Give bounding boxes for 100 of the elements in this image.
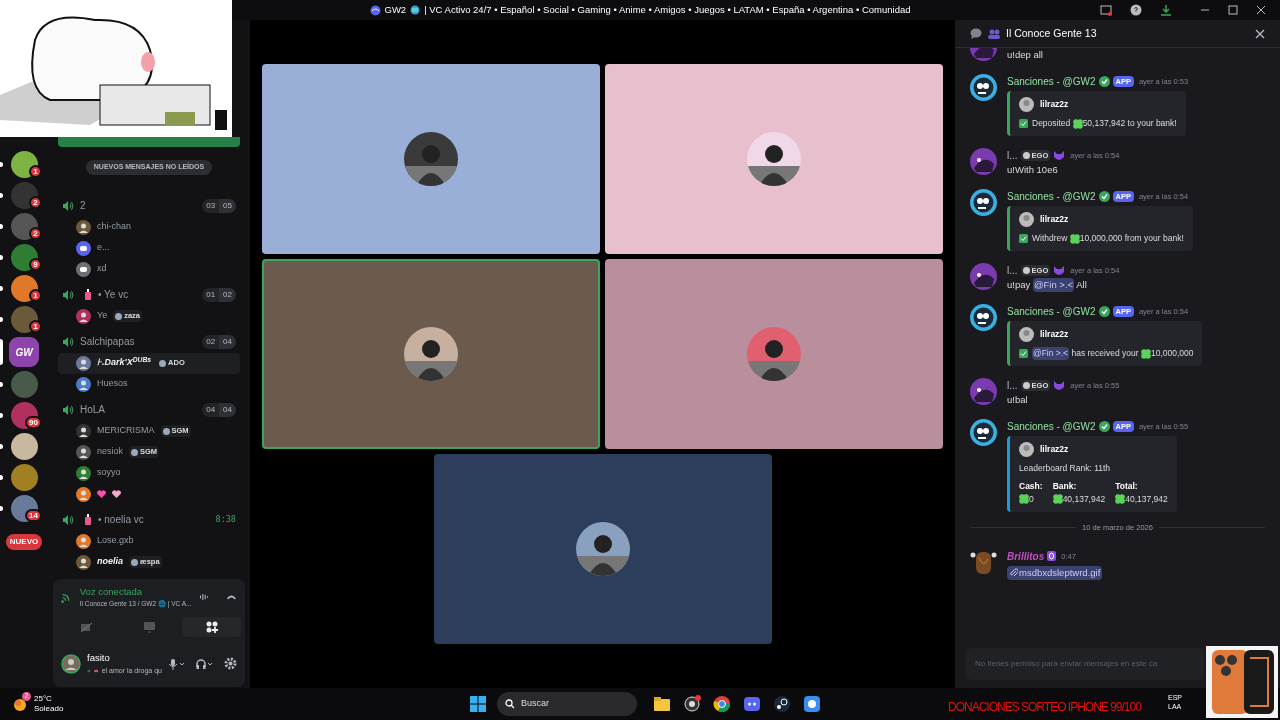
weather-text: Soleado bbox=[34, 704, 64, 714]
voice-channel-name[interactable]: • Ye vc bbox=[98, 287, 197, 302]
username: fasito bbox=[87, 651, 111, 666]
author-name[interactable]: Sanciones - @GW2 bbox=[1007, 189, 1096, 205]
user-count: 02 bbox=[202, 334, 220, 349]
username: Huesos bbox=[97, 377, 128, 391]
camera-off-icon bbox=[79, 621, 93, 633]
tag-icon bbox=[1022, 382, 1030, 389]
lips-icon bbox=[94, 667, 99, 674]
download-icon[interactable] bbox=[1160, 4, 1172, 16]
server-icon[interactable] bbox=[10, 433, 38, 460]
start-icon[interactable] bbox=[469, 695, 487, 713]
voice-user-row[interactable]: soyyo bbox=[58, 462, 240, 484]
server-icon[interactable]: GW bbox=[9, 337, 39, 367]
author-name[interactable]: l... bbox=[1007, 378, 1018, 393]
help-icon[interactable] bbox=[1130, 4, 1142, 16]
message-text: All bbox=[1075, 278, 1087, 292]
browser-icon[interactable] bbox=[713, 695, 731, 713]
monitor-icon[interactable] bbox=[1100, 4, 1112, 16]
unread-indicator bbox=[0, 162, 3, 167]
user-limit: 05 bbox=[219, 198, 236, 213]
author-name[interactable]: Sanciones - @GW2 bbox=[1007, 419, 1096, 435]
server-icon[interactable] bbox=[10, 213, 38, 240]
members-icon bbox=[988, 28, 1000, 39]
message-text: u!pay bbox=[1007, 278, 1032, 292]
clover-icon bbox=[1115, 494, 1126, 505]
chat-app-icon[interactable] bbox=[743, 695, 761, 713]
author-name[interactable]: Sanciones - @GW2 bbox=[1007, 304, 1096, 320]
speaker-icon bbox=[62, 513, 74, 526]
camera-icon[interactable] bbox=[683, 695, 701, 713]
server-icon[interactable] bbox=[10, 182, 38, 209]
mention-link[interactable]: @Fin >.< bbox=[1032, 347, 1070, 360]
settings-icon[interactable] bbox=[224, 657, 237, 671]
voice-channel-name[interactable]: • noelia vc bbox=[98, 512, 210, 527]
mention-link[interactable]: @Fin >.< bbox=[1032, 278, 1075, 293]
embed-author: lilraz2z bbox=[1040, 443, 1069, 457]
username: ⊦.Dark'X$^{DUBs}$ bbox=[97, 356, 152, 370]
verified-icon bbox=[1098, 191, 1110, 203]
avatar bbox=[76, 308, 91, 324]
activities-button[interactable] bbox=[182, 617, 241, 638]
cup-icon bbox=[84, 289, 92, 300]
clover-icon bbox=[1069, 233, 1080, 244]
headphones-icon[interactable] bbox=[196, 657, 214, 670]
field-value: 40,137,942 bbox=[1062, 492, 1106, 506]
user-limit: 04 bbox=[219, 402, 236, 417]
unread-indicator bbox=[0, 317, 3, 322]
amount-text: 10,000,000 bbox=[1079, 232, 1123, 245]
username: chi-chan bbox=[97, 220, 132, 234]
author-name[interactable]: Sanciones - @GW2 bbox=[1007, 74, 1096, 90]
notification-badge: 2 bbox=[29, 196, 42, 209]
unread-indicator bbox=[0, 224, 3, 229]
voice-user-row[interactable]: Huesos bbox=[58, 373, 240, 395]
user-count: 03 bbox=[202, 198, 220, 213]
notification-badge: 14 bbox=[25, 509, 42, 522]
message-text: Deposited bbox=[1032, 117, 1072, 130]
tag-icon bbox=[131, 558, 138, 566]
voice-channel-name[interactable]: Salchipapas bbox=[80, 334, 197, 349]
voice-user-row[interactable]: chi-chan bbox=[58, 216, 240, 238]
voice-channel-name[interactable]: 2 bbox=[80, 198, 197, 213]
maximize-icon[interactable] bbox=[1228, 5, 1238, 15]
voice-user-row[interactable]: Lose.gxb bbox=[58, 530, 240, 552]
server-icon[interactable] bbox=[10, 275, 38, 302]
voice-user-row[interactable]: xd bbox=[58, 258, 240, 280]
cup-icon bbox=[84, 514, 92, 525]
microphone-icon[interactable] bbox=[168, 657, 186, 670]
field-value: 0 bbox=[1029, 492, 1034, 506]
server-icon[interactable] bbox=[10, 244, 38, 271]
server-icon[interactable] bbox=[10, 402, 38, 429]
unread-indicator bbox=[0, 413, 3, 418]
unread-indicator bbox=[0, 255, 3, 260]
chat-title: Il Conoce Gente 13 bbox=[1006, 25, 1098, 41]
search-input[interactable]: Buscar bbox=[521, 697, 621, 711]
author-name[interactable]: l... bbox=[1007, 263, 1018, 278]
game-launcher-icon[interactable] bbox=[773, 695, 791, 713]
tag-icon bbox=[1022, 152, 1030, 159]
user-avatar bbox=[970, 148, 997, 175]
unread-indicator bbox=[0, 444, 3, 449]
voice-channel-name[interactable]: HoLA bbox=[80, 402, 197, 417]
overlay-text: DONACIONES SORTEO IPHONE 99/100 bbox=[948, 700, 1141, 714]
notification-badge: 1 bbox=[29, 289, 42, 302]
close-icon[interactable] bbox=[1256, 5, 1266, 15]
search-bar[interactable]: Buscar bbox=[497, 692, 637, 716]
username: nesiok bbox=[97, 445, 123, 459]
app-icon[interactable] bbox=[803, 695, 821, 713]
author-name[interactable]: Brillitos bbox=[1007, 548, 1045, 564]
notification-badge: 90 bbox=[25, 416, 42, 429]
folder-icon[interactable] bbox=[653, 695, 671, 713]
attachment-link[interactable]: msdbxdsleptwrd.gif bbox=[1007, 565, 1103, 580]
weather-icon bbox=[12, 696, 28, 712]
username: Lose.gxb bbox=[97, 534, 134, 548]
notification-badge: 1 bbox=[29, 320, 42, 333]
voice-user-row[interactable]: e... bbox=[58, 237, 240, 259]
avatar bbox=[1019, 327, 1034, 343]
close-icon[interactable] bbox=[1255, 28, 1265, 39]
bot-avatar bbox=[970, 189, 997, 217]
server-icon[interactable] bbox=[10, 151, 38, 178]
search-icon bbox=[505, 699, 515, 709]
embed-author: lilraz2z bbox=[1040, 98, 1069, 112]
author-name[interactable]: l... bbox=[1007, 148, 1018, 163]
speaker-icon bbox=[62, 335, 74, 348]
